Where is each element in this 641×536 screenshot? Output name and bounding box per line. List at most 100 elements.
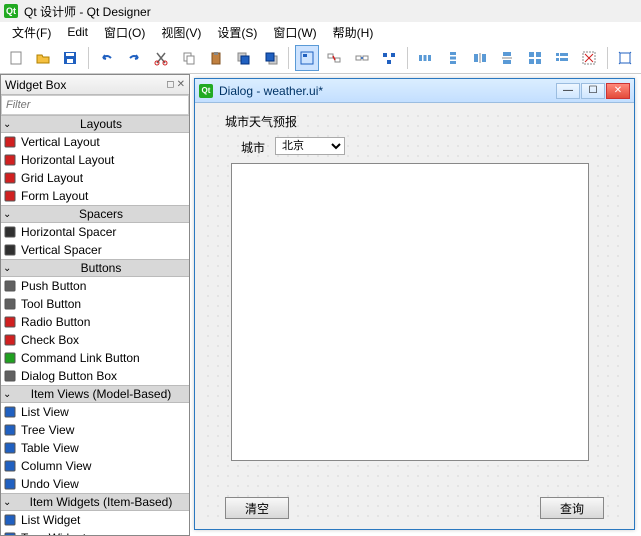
widget-category-header[interactable]: ⌄Layouts xyxy=(1,115,189,133)
widget-category-label: Layouts xyxy=(15,117,187,131)
vertical-layout-icon xyxy=(3,135,17,149)
layout-h-splitter-icon[interactable] xyxy=(468,45,491,71)
form-layout-icon xyxy=(3,189,17,203)
widget-item[interactable]: Horizontal Spacer xyxy=(1,223,189,241)
qt-logo-icon: Qt xyxy=(199,84,213,98)
minimize-icon[interactable]: — xyxy=(556,83,580,99)
clear-button[interactable]: 清空 xyxy=(225,497,289,519)
widget-category-header[interactable]: ⌄Spacers xyxy=(1,205,189,223)
widget-box-undock-icon[interactable]: ◻ xyxy=(166,79,174,90)
widget-item-label: Push Button xyxy=(21,279,86,293)
app-title-bar: Qt Qt 设计师 - Qt Designer xyxy=(0,0,641,22)
qt-logo-icon: Qt xyxy=(4,4,18,18)
tree-widget-icon xyxy=(3,531,17,535)
widget-box-list[interactable]: ⌄LayoutsVertical LayoutHorizontal Layout… xyxy=(1,115,189,535)
layout-horizontal-icon[interactable] xyxy=(413,45,436,71)
edit-buddies-icon[interactable] xyxy=(350,45,373,71)
widget-item[interactable]: Column View xyxy=(1,457,189,475)
widget-item[interactable]: Command Link Button xyxy=(1,349,189,367)
widget-item-label: Grid Layout xyxy=(21,171,83,185)
break-layout-icon[interactable] xyxy=(578,45,601,71)
layout-v-splitter-icon[interactable] xyxy=(496,45,519,71)
widget-item-label: Tree View xyxy=(21,423,74,437)
widget-item[interactable]: Horizontal Layout xyxy=(1,151,189,169)
redo-icon[interactable] xyxy=(122,45,145,71)
widget-item[interactable]: Push Button xyxy=(1,277,189,295)
edit-taborder-icon[interactable] xyxy=(377,45,400,71)
table-view-icon xyxy=(3,441,17,455)
dialog-title: Dialog - weather.ui* xyxy=(219,84,556,98)
undo-view-icon xyxy=(3,477,17,491)
bring-front-icon[interactable] xyxy=(259,45,282,71)
copy-icon[interactable] xyxy=(177,45,200,71)
toolbar-separator xyxy=(607,47,608,69)
widget-category-header[interactable]: ⌄Item Widgets (Item-Based) xyxy=(1,493,189,511)
menu-edit[interactable]: Edit xyxy=(59,23,96,41)
grid-layout-icon xyxy=(3,171,17,185)
widget-item-label: Undo View xyxy=(21,477,79,491)
toolbar-separator xyxy=(88,47,89,69)
menu-windows[interactable]: 窗口(W) xyxy=(265,22,324,43)
menu-settings[interactable]: 设置(S) xyxy=(209,22,265,43)
dialog-window[interactable]: Qt Dialog - weather.ui* — ☐ ✕ 城市天气预报 城市 … xyxy=(194,78,635,530)
widget-item[interactable]: Grid Layout xyxy=(1,169,189,187)
widget-item-label: Form Layout xyxy=(21,189,88,203)
menu-file[interactable]: 文件(F) xyxy=(4,22,59,43)
main-toolbar xyxy=(0,42,641,74)
query-button[interactable]: 查询 xyxy=(540,497,604,519)
widget-item-label: Tree Widget xyxy=(21,531,86,535)
widget-box-filter-input[interactable] xyxy=(1,95,189,115)
widget-item[interactable]: Radio Button xyxy=(1,313,189,331)
horizontal-spacer-icon xyxy=(3,225,17,239)
widget-item[interactable]: Vertical Spacer xyxy=(1,241,189,259)
widget-item[interactable]: List View xyxy=(1,403,189,421)
widget-box-title: Widget Box xyxy=(5,78,66,92)
open-file-icon[interactable] xyxy=(31,45,54,71)
chevron-down-icon: ⌄ xyxy=(3,119,15,130)
widget-item[interactable]: Table View xyxy=(1,439,189,457)
widget-item[interactable]: Dialog Button Box xyxy=(1,367,189,385)
send-back-icon[interactable] xyxy=(232,45,255,71)
tool-button-icon xyxy=(3,297,17,311)
design-canvas[interactable]: Qt Dialog - weather.ui* — ☐ ✕ 城市天气预报 城市 … xyxy=(190,74,641,536)
widget-category-header[interactable]: ⌄Item Views (Model-Based) xyxy=(1,385,189,403)
widget-item[interactable]: Tree View xyxy=(1,421,189,439)
paste-icon[interactable] xyxy=(204,45,227,71)
dialog-title-bar[interactable]: Qt Dialog - weather.ui* — ☐ ✕ xyxy=(195,79,634,103)
save-icon[interactable] xyxy=(59,45,82,71)
new-file-icon[interactable] xyxy=(4,45,27,71)
layout-vertical-icon[interactable] xyxy=(441,45,464,71)
maximize-icon[interactable]: ☐ xyxy=(581,83,605,99)
widget-item[interactable]: Tool Button xyxy=(1,295,189,313)
layout-form-icon[interactable] xyxy=(550,45,573,71)
chevron-down-icon: ⌄ xyxy=(3,263,15,274)
widget-item[interactable]: Check Box xyxy=(1,331,189,349)
layout-grid-icon[interactable] xyxy=(523,45,546,71)
chevron-down-icon: ⌄ xyxy=(3,497,15,508)
dialog-button-box-icon xyxy=(3,369,17,383)
result-list[interactable] xyxy=(231,163,589,461)
widget-item-label: Vertical Layout xyxy=(21,135,100,149)
widget-item[interactable]: Tree Widget xyxy=(1,529,189,535)
push-button-icon xyxy=(3,279,17,293)
widget-item-label: Column View xyxy=(21,459,91,473)
widget-category-header[interactable]: ⌄Buttons xyxy=(1,259,189,277)
widget-item[interactable]: Vertical Layout xyxy=(1,133,189,151)
widget-item[interactable]: List Widget xyxy=(1,511,189,529)
city-combobox[interactable]: 北京 xyxy=(275,137,345,155)
widget-item[interactable]: Form Layout xyxy=(1,187,189,205)
close-icon[interactable]: ✕ xyxy=(606,83,630,99)
adjust-size-icon[interactable] xyxy=(614,45,637,71)
cut-icon[interactable] xyxy=(150,45,173,71)
menu-view[interactable]: 视图(V) xyxy=(153,22,209,43)
menu-help[interactable]: 帮助(H) xyxy=(325,22,382,43)
dialog-body[interactable]: 城市天气预报 城市 北京 清空 查询 xyxy=(195,103,634,529)
edit-widgets-icon[interactable] xyxy=(295,45,318,71)
widget-box-close-icon[interactable]: ✕ xyxy=(177,79,185,90)
horizontal-layout-icon xyxy=(3,153,17,167)
widget-item-label: Radio Button xyxy=(21,315,90,329)
widget-item[interactable]: Undo View xyxy=(1,475,189,493)
undo-icon[interactable] xyxy=(95,45,118,71)
menu-window[interactable]: 窗口(O) xyxy=(96,22,153,43)
edit-signals-icon[interactable] xyxy=(323,45,346,71)
